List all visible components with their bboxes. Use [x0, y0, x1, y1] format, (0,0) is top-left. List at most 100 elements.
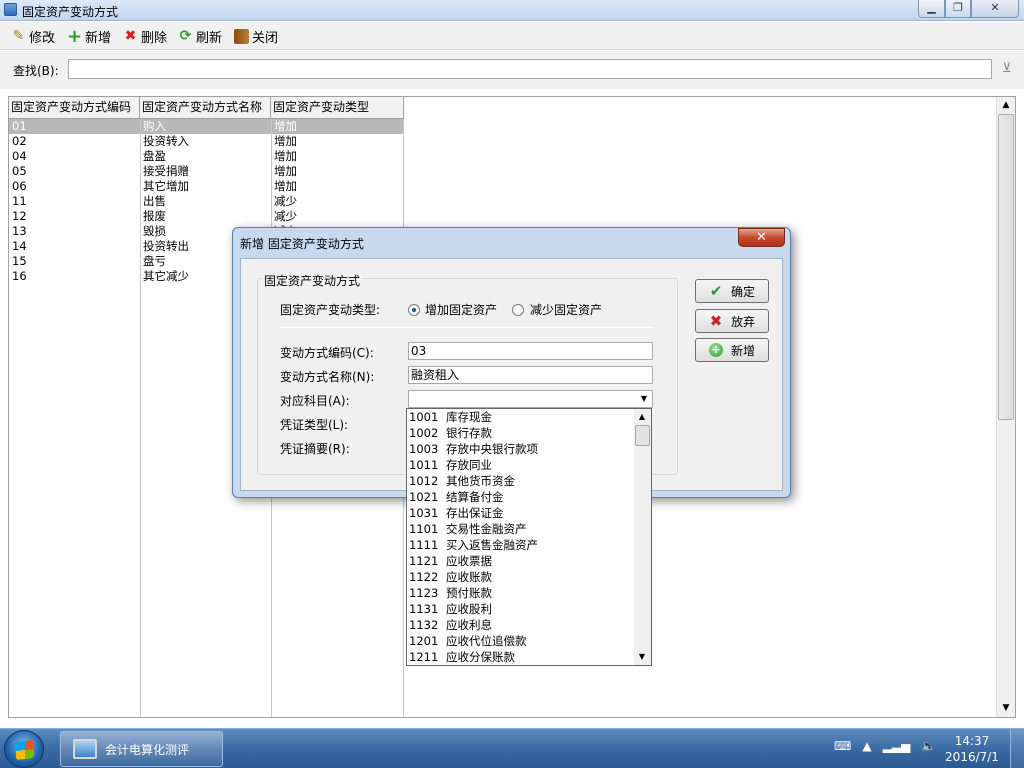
cell-code: 01 — [12, 119, 27, 133]
account-name: 应收票据 — [446, 554, 492, 568]
table-row[interactable]: 11 出售 减少 — [9, 194, 404, 209]
increase-radio[interactable] — [408, 304, 420, 316]
list-item[interactable]: 1211 应收分保账款 — [407, 649, 651, 665]
keyboard-icon[interactable]: ⌨ — [834, 739, 851, 753]
scroll-up-icon[interactable]: ▲ — [637, 412, 647, 421]
refresh-button[interactable]: ⟳ 刷新 — [178, 26, 222, 46]
cell-code: 13 — [12, 224, 27, 238]
scroll-down-icon[interactable]: ▼ — [637, 652, 647, 661]
list-item[interactable]: 1201 应收代位追偿款 — [407, 633, 651, 649]
close-button[interactable]: 关闭 — [234, 26, 278, 46]
code-field[interactable]: 03 — [408, 342, 653, 360]
table-row[interactable]: 02 投资转入 增加 — [9, 134, 404, 149]
minimize-button[interactable]: ▁ — [918, 0, 945, 18]
column-divider — [140, 119, 141, 717]
increase-radio-label[interactable]: 增加固定资产 — [425, 301, 497, 318]
start-button[interactable] — [4, 730, 44, 768]
account-code: 1111 — [409, 538, 439, 552]
delete-button[interactable]: ✖ 删除 — [123, 26, 167, 46]
scroll-down-icon[interactable]: ▼ — [1001, 703, 1011, 713]
show-desktop-button[interactable] — [1010, 729, 1024, 768]
abandon-label: 放弃 — [731, 314, 756, 329]
account-combo[interactable]: ▼ — [408, 390, 653, 408]
close-window-button[interactable]: ✕ — [971, 0, 1019, 18]
list-item[interactable]: 1031 存出保证金 — [407, 505, 651, 521]
account-name: 预付账款 — [446, 586, 492, 600]
account-name: 结算备付金 — [446, 490, 504, 504]
decrease-radio[interactable] — [512, 304, 524, 316]
account-name: 应收代位追偿款 — [446, 634, 527, 648]
cell-code: 12 — [12, 209, 27, 223]
cell-name: 报废 — [143, 209, 166, 223]
system-tray: ⌨ ▲ ▂▃▅ 🔈 — [834, 739, 936, 753]
taskbar-app-button[interactable]: 会计电算化测评 — [60, 731, 223, 767]
cell-type: 增加 — [274, 149, 297, 163]
windows-logo-icon — [16, 740, 34, 760]
cell-type: 增加 — [274, 134, 297, 148]
list-item[interactable]: 1121 应收票据 — [407, 553, 651, 569]
list-item[interactable]: 1003 存放中央银行款项 — [407, 441, 651, 457]
cell-type: 增加 — [274, 164, 297, 178]
clock[interactable]: 14:37 2016/7/1 — [942, 733, 1002, 765]
list-item[interactable]: 1123 预付账款 — [407, 585, 651, 601]
list-item[interactable]: 1131 应收股利 — [407, 601, 651, 617]
list-item[interactable]: 1021 结算备付金 — [407, 489, 651, 505]
cell-type: 增加 — [274, 179, 297, 193]
table-row[interactable]: 12 报废 减少 — [9, 209, 404, 224]
search-input[interactable] — [68, 59, 992, 79]
decrease-radio-label[interactable]: 减少固定资产 — [530, 301, 602, 318]
filter-icon[interactable]: ⊻ — [1002, 61, 1018, 77]
table-row[interactable]: 05 接受捐赠 增加 — [9, 164, 404, 179]
list-item[interactable]: 1101 交易性金融资产 — [407, 521, 651, 537]
name-label: 变动方式名称(N): — [280, 370, 375, 384]
header-type[interactable]: 固定资产变动类型 — [271, 97, 404, 119]
dropdown-scrollbar[interactable]: ▲ ▼ — [634, 409, 651, 665]
list-item[interactable]: 1111 买入返售金融资产 — [407, 537, 651, 553]
account-code: 1122 — [409, 570, 439, 584]
add-button[interactable]: + 新增 — [67, 26, 111, 46]
list-item[interactable]: 1011 存放同业 — [407, 457, 651, 473]
list-item[interactable]: 1012 其他货币资金 — [407, 473, 651, 489]
list-item[interactable]: 1122 应收账款 — [407, 569, 651, 585]
confirm-label: 确定 — [731, 284, 756, 299]
account-name: 其他货币资金 — [446, 474, 515, 488]
refresh-label: 刷新 — [196, 30, 223, 46]
search-label: 查找(B): — [13, 64, 59, 78]
name-field[interactable]: 融资租入 — [408, 366, 653, 384]
list-item[interactable]: 1132 应收利息 — [407, 617, 651, 633]
dialog-close-button[interactable]: ✕ — [738, 228, 785, 247]
grid-scrollbar[interactable]: ▲ ▼ — [996, 97, 1015, 717]
header-name[interactable]: 固定资产变动方式名称 — [140, 97, 271, 119]
table-row[interactable]: 06 其它增加 增加 — [9, 179, 404, 194]
close-label: 关闭 — [252, 30, 279, 46]
tray-expand-icon[interactable]: ▲ — [862, 739, 871, 753]
volume-icon[interactable]: 🔈 — [921, 739, 936, 753]
scroll-thumb[interactable] — [998, 114, 1014, 420]
table-row[interactable]: 01 购入 增加 — [9, 119, 404, 134]
edit-button[interactable]: ✎ 修改 — [11, 26, 55, 46]
title-bar: 固定资产变动方式 ▁ ❐ ✕ — [0, 0, 1024, 21]
dialog-new-button[interactable]: + 新增 — [695, 338, 769, 362]
account-code: 1132 — [409, 618, 439, 632]
voucher-summary-label: 凭证摘要(R): — [280, 442, 350, 456]
account-code: 1131 — [409, 602, 439, 616]
abandon-button[interactable]: ✖ 放弃 — [695, 309, 769, 333]
header-code[interactable]: 固定资产变动方式编码 — [9, 97, 140, 119]
account-dropdown-list: 1001 库存现金 1002 银行存款 1003 存放中央银行款项 1011 存放同业 1012… — [406, 408, 652, 666]
cell-name: 盘盈 — [143, 149, 166, 163]
confirm-button[interactable]: ✔ 确定 — [695, 279, 769, 303]
scroll-up-icon[interactable]: ▲ — [1001, 100, 1011, 110]
account-name: 存出保证金 — [446, 506, 504, 520]
list-item[interactable]: 1002 银行存款 — [407, 425, 651, 441]
window-title: 固定资产变动方式 — [22, 5, 119, 19]
chevron-down-icon[interactable]: ▼ — [637, 392, 651, 406]
monitor-icon — [73, 739, 97, 759]
cell-type: 减少 — [274, 209, 297, 223]
dropdown-items: 1001 库存现金 1002 银行存款 1003 存放中央银行款项 1011 存放同业 1012… — [407, 409, 651, 665]
dialog-new-label: 新增 — [731, 343, 756, 358]
table-row[interactable]: 04 盘盈 增加 — [9, 149, 404, 164]
list-item[interactable]: 1001 库存现金 — [407, 409, 651, 425]
maximize-button[interactable]: ❐ — [945, 0, 971, 18]
dropdown-scroll-thumb[interactable] — [635, 425, 650, 446]
network-icon[interactable]: ▂▃▅ — [883, 739, 911, 753]
